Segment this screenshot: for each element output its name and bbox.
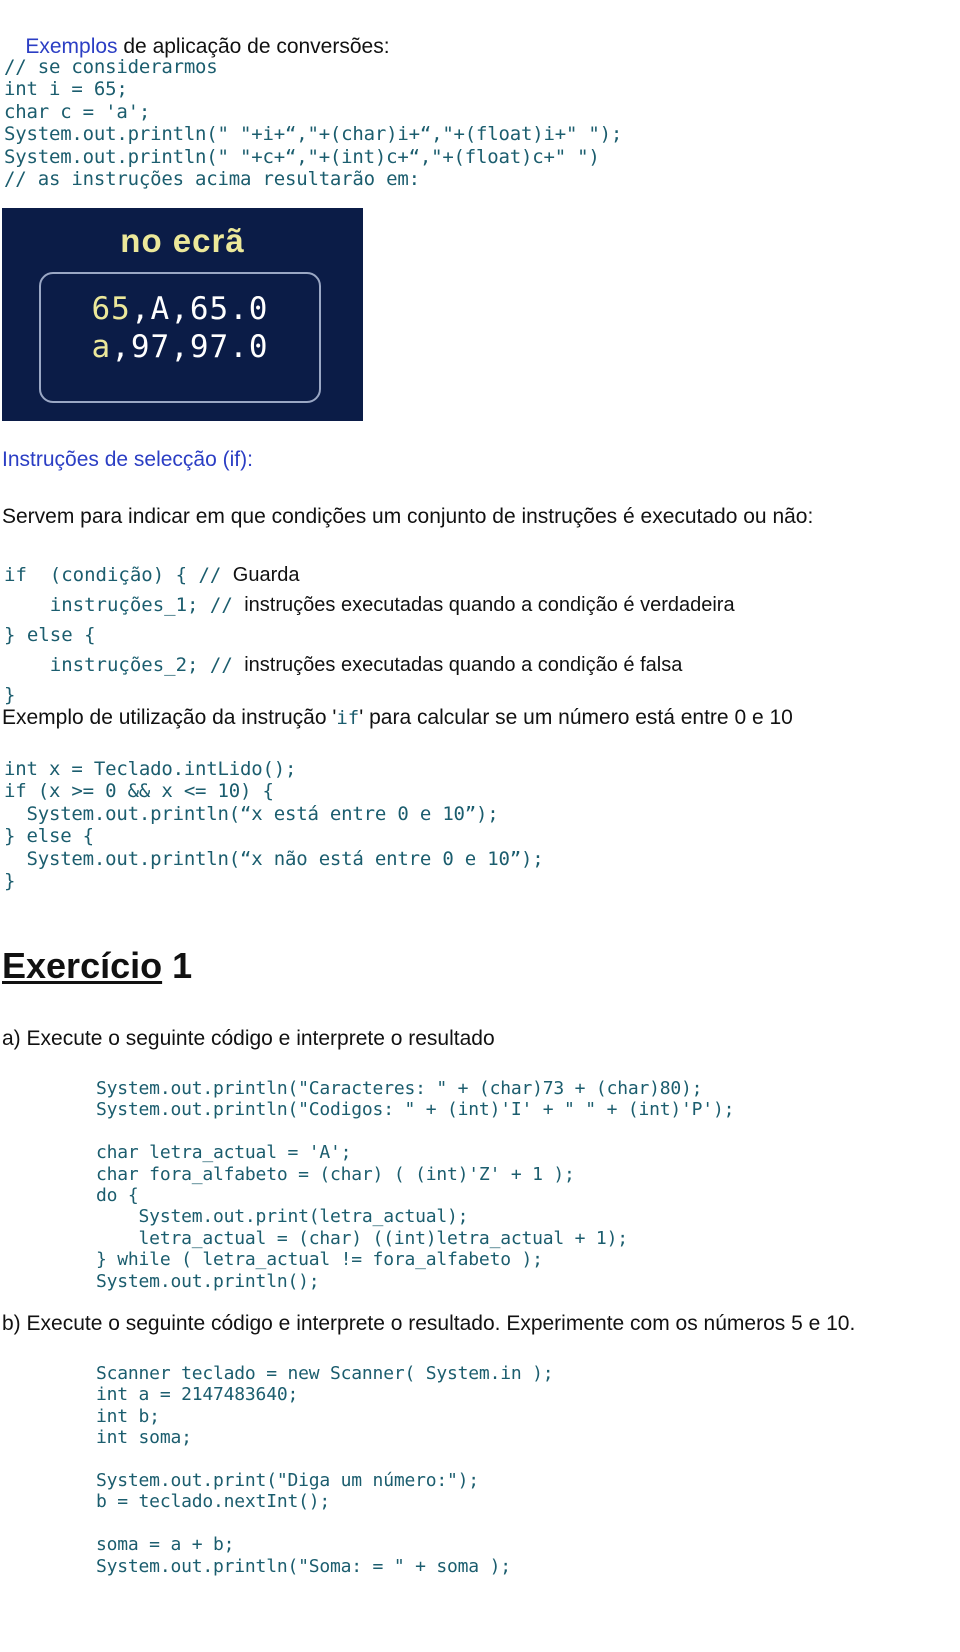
screen-figure-frame: 65,A,65.0 a,97,97.0	[39, 272, 321, 403]
page-title-rest: de aplicação de conversões:	[117, 35, 390, 59]
code-line: instruções_1; // instruções executadas q…	[4, 590, 735, 620]
code-line-slashes: //	[209, 654, 245, 676]
screen-output-line-2-rest: ,97,97.0	[111, 328, 269, 365]
code-block-exercise-b: Scanner teclado = new Scanner( System.in…	[96, 1363, 554, 1577]
screen-output-line-1-rest: ,A,65.0	[130, 291, 269, 327]
example-text-before: Exemplo de utilização da instrução '	[2, 706, 337, 729]
document-page: Exemplos de aplicação de conversões: // …	[0, 0, 960, 1652]
code-block-conversions: // se considerarmos int i = 65; char c =…	[4, 56, 623, 191]
code-line: if (condição) { // Guarda	[4, 560, 735, 590]
screen-output-line-1: 65,A,65.0	[41, 291, 319, 329]
paragraph-example-if: Exemplo de utilização da instrução 'if' …	[2, 705, 793, 731]
exercise-heading: Exercício 1	[2, 946, 192, 986]
screen-figure-body: no ecrã 65,A,65.0 a,97,97.0	[2, 208, 363, 421]
code-line-code: instruções_1;	[4, 594, 210, 616]
code-line-comment: instruções executadas quando a condição …	[244, 594, 735, 616]
code-line-code: }	[4, 684, 16, 706]
exercise-heading-word: Exercício	[2, 945, 163, 986]
section-heading-if: Instruções de selecção (if):	[2, 448, 253, 471]
code-block-exercise-a: System.out.println("Caracteres: " + (cha…	[96, 1078, 735, 1292]
example-text-after: ' para calcular se um número está entre …	[359, 706, 793, 729]
code-line-code: instruções_2;	[4, 654, 210, 676]
inline-code-if: if	[336, 707, 360, 729]
code-line-code: if (condição) {	[4, 564, 199, 586]
code-line: } else {	[4, 620, 735, 650]
code-block-example-if: int x = Teclado.intLido(); if (x >= 0 &&…	[4, 758, 544, 893]
exercise-item-b-label: b) Execute o seguinte código e interpret…	[2, 1312, 856, 1335]
page-title-accent: Exemplos	[25, 35, 118, 59]
screen-output-line-2: a,97,97.0	[41, 329, 319, 367]
code-line-comment: instruções executadas quando a condição …	[244, 654, 683, 676]
screen-output-line-2-highlight: a	[91, 328, 112, 365]
screen-output-figure: no ecrã 65,A,65.0 a,97,97.0	[2, 208, 363, 421]
code-line-slashes: //	[209, 594, 245, 616]
code-line-slashes: //	[198, 564, 233, 586]
paragraph-if-intro: Servem para indicar em que condições um …	[2, 505, 814, 528]
screen-output-line-1-highlight: 65	[91, 291, 131, 327]
exercise-item-a-label: a) Execute o seguinte código e interpret…	[2, 1027, 495, 1050]
screen-figure-caption: no ecrã	[120, 222, 245, 259]
code-line-comment: Guarda	[232, 564, 300, 586]
code-line: instruções_2; // instruções executadas q…	[4, 650, 735, 680]
exercise-heading-number: 1	[162, 945, 193, 986]
code-line-code: } else {	[4, 624, 107, 646]
code-block-if-else: if (condição) { // Guarda instruções_1; …	[4, 560, 735, 710]
